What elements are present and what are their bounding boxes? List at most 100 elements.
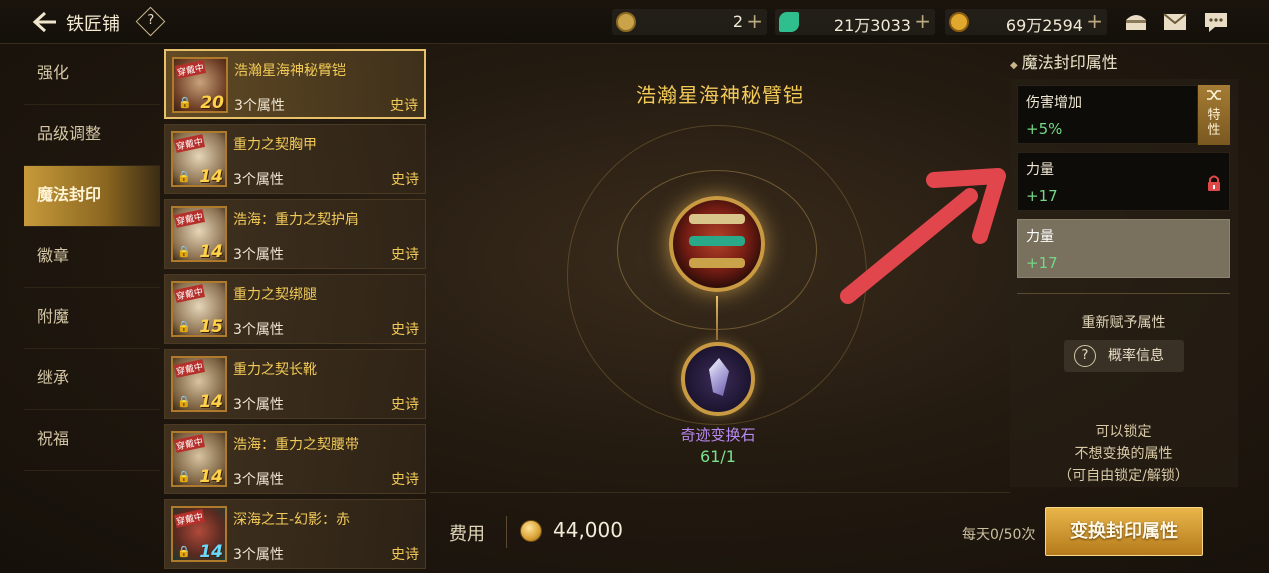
- sidebar-item-emblem[interactable]: 徽章: [24, 227, 160, 288]
- mail-icon[interactable]: [1162, 10, 1188, 34]
- equipment-item[interactable]: 穿戴中 🔒 14 浩海：重力之契护肩 3个属性 史诗: [164, 199, 426, 269]
- lock-tip-line-3: （可自由锁定/解锁）: [1058, 468, 1189, 484]
- equipment-name: 重力之契绑腿: [233, 287, 317, 303]
- equipment-thumbnail: 穿戴中 🔒 14: [171, 506, 227, 562]
- level-badge: 14: [199, 167, 223, 187]
- sidebar-item-bless[interactable]: 祝福: [24, 410, 160, 471]
- attribute-name: 力量: [1026, 229, 1054, 245]
- shuffle-icon: [1207, 90, 1221, 100]
- equipment-item[interactable]: 穿戴中 🔒 14 重力之契胸甲 3个属性 史诗: [164, 124, 426, 194]
- equipped-tag: 穿戴中: [173, 509, 206, 528]
- seal-attributes-title: ◆ 魔法封印属性: [1010, 53, 1118, 72]
- equipment-item[interactable]: 穿戴中 🔒 20 浩瀚星海神秘臂铠 3个属性 史诗: [164, 49, 426, 119]
- sidebar-item-enchant[interactable]: 附魔: [24, 288, 160, 349]
- red-arrow-annotation: [840, 168, 1006, 304]
- currency-value: 69万2594: [1005, 16, 1083, 35]
- help-button[interactable]: ?: [135, 6, 166, 37]
- equipment-name: 浩瀚星海神秘臂铠: [234, 63, 346, 79]
- attribute-slot-2[interactable]: 力量 +17: [1017, 152, 1230, 211]
- convert-seal-button[interactable]: 变换封印属性: [1045, 507, 1203, 556]
- page-title: 铁匠铺: [66, 14, 120, 35]
- lock-icon: 🔒: [177, 170, 191, 183]
- lock-icon: 🔒: [177, 245, 191, 258]
- equipped-tag: 穿戴中: [173, 134, 206, 153]
- sidebar-item-grade-adjust[interactable]: 品级调整: [24, 105, 160, 166]
- equipment-grade: 史诗: [390, 98, 418, 114]
- cost-bar: [430, 492, 1010, 573]
- probability-info-button[interactable]: ? 概率信息: [1064, 340, 1184, 372]
- equipped-tag: 穿戴中: [174, 60, 207, 79]
- level-badge: 14: [199, 467, 223, 487]
- lock-tip-line-1: 可以锁定: [1095, 424, 1152, 440]
- equipment-grade: 史诗: [391, 547, 419, 563]
- padlock-icon[interactable]: [1206, 174, 1222, 192]
- reassign-label: 重新赋予属性: [1081, 315, 1166, 331]
- add-c-token-button[interactable]: +: [746, 9, 763, 33]
- attribute-name: 力量: [1026, 162, 1054, 178]
- lock-tip-line-2: 不想变换的属性: [1074, 446, 1173, 462]
- equipment-grade: 史诗: [391, 397, 419, 413]
- equipment-item[interactable]: 穿戴中 🔒 14 深海之王-幻影：赤 3个属性 史诗: [164, 499, 426, 569]
- equipment-attr-count: 3个属性: [233, 322, 284, 338]
- currency-value: 2: [732, 12, 743, 31]
- sidebar-item-inherit[interactable]: 继承: [24, 349, 160, 410]
- attribute-value: +17: [1026, 187, 1058, 205]
- add-gem-button[interactable]: +: [914, 9, 931, 33]
- equipment-name: 深海之王-幻影：赤: [233, 512, 351, 528]
- top-bar: 铁匠铺 ? 2 + 21万3033 + 69万2594 +: [0, 0, 1269, 44]
- special-trait-button[interactable]: 特性: [1198, 85, 1230, 145]
- attribute-value: +5%: [1026, 120, 1063, 138]
- sidebar-item-enhance[interactable]: 强化: [24, 44, 160, 105]
- selected-item-title: 浩瀚星海神秘臂铠: [636, 83, 804, 107]
- gold-coin-icon: [949, 12, 969, 32]
- sidebar-item-magic-seal[interactable]: 魔法封印: [24, 166, 160, 227]
- currency-gold: 69万2594 +: [945, 9, 1107, 35]
- connector-line: [716, 296, 718, 340]
- question-icon: ?: [147, 13, 155, 29]
- equipment-attr-count: 3个属性: [233, 397, 284, 413]
- level-badge: 14: [199, 242, 223, 262]
- lock-icon: 🔒: [178, 96, 192, 109]
- bracer-icon: [669, 196, 765, 292]
- stone-count: 61/1: [700, 447, 736, 466]
- lock-icon: 🔒: [177, 470, 191, 483]
- equipped-tag: 穿戴中: [173, 284, 206, 303]
- lock-icon: 🔒: [177, 395, 191, 408]
- equipment-name: 重力之契胸甲: [233, 137, 317, 153]
- equipment-item[interactable]: 穿戴中 🔒 14 浩海：重力之契腰带 3个属性 史诗: [164, 424, 426, 494]
- chat-icon[interactable]: [1203, 10, 1229, 34]
- equipment-attr-count: 3个属性: [233, 172, 284, 188]
- equipment-thumbnail: 穿戴中 🔒 15: [171, 281, 227, 337]
- equipment-name: 浩海：重力之契护肩: [233, 212, 359, 228]
- c-token-icon: [616, 12, 636, 32]
- equipped-tag: 穿戴中: [173, 434, 206, 453]
- divider: [1017, 293, 1230, 294]
- lock-icon: 🔒: [177, 320, 191, 333]
- cost-value: 44,000: [553, 518, 623, 542]
- equipment-grade: 史诗: [391, 247, 419, 263]
- equipped-tag: 穿戴中: [173, 359, 206, 378]
- chest-icon[interactable]: [1123, 10, 1149, 34]
- equipped-tag: 穿戴中: [173, 209, 206, 228]
- question-icon: ?: [1074, 345, 1096, 367]
- attribute-slot-3[interactable]: 力量 +17: [1017, 219, 1230, 278]
- sidebar: 强化 品级调整 魔法封印 徽章 附魔 继承 祝福: [24, 44, 160, 471]
- cost-label: 费用: [449, 524, 485, 545]
- add-gold-button[interactable]: +: [1086, 9, 1103, 33]
- equipment-item[interactable]: 穿戴中 🔒 14 重力之契长靴 3个属性 史诗: [164, 349, 426, 419]
- attribute-slot-1[interactable]: 伤害增加 +5%: [1017, 85, 1198, 144]
- equipment-attr-count: 3个属性: [233, 247, 284, 263]
- equipment-grade: 史诗: [391, 322, 419, 338]
- back-arrow-icon[interactable]: [32, 10, 56, 34]
- green-gem-icon: [779, 12, 799, 32]
- equipment-thumbnail: 穿戴中 🔒 14: [171, 206, 227, 262]
- equipment-attr-count: 3个属性: [234, 98, 285, 114]
- level-badge: 15: [199, 317, 223, 337]
- gold-coin-icon: [520, 520, 542, 542]
- currency-green-gem: 21万3033 +: [775, 9, 935, 35]
- equipment-thumbnail: 穿戴中 🔒 14: [171, 131, 227, 187]
- equipment-thumbnail: 穿戴中 🔒 20: [172, 57, 228, 113]
- equipment-attr-count: 3个属性: [233, 472, 284, 488]
- equipment-grade: 史诗: [391, 172, 419, 188]
- equipment-item[interactable]: 穿戴中 🔒 15 重力之契绑腿 3个属性 史诗: [164, 274, 426, 344]
